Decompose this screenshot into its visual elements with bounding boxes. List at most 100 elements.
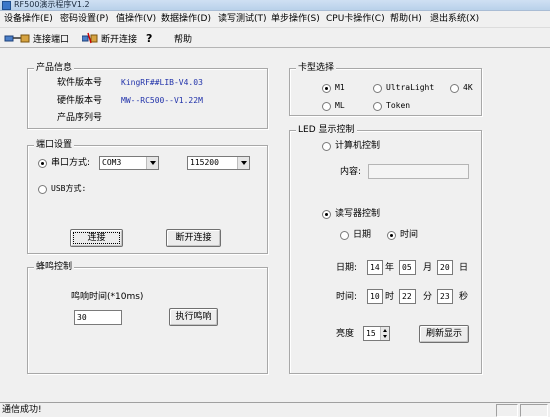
minute-input[interactable]: 22 [399,289,416,304]
connect-button[interactable]: 连接 [70,229,123,247]
menu-single-step[interactable]: 单步操作(S) [271,14,320,25]
product-info-title: 产品信息 [34,62,75,74]
dropdown-arrow-icon [237,157,249,169]
card-type-ml-label: ML [335,101,345,110]
card-type-4k-label: 4K [463,83,473,92]
run-beep-button[interactable]: 执行鸣响 [169,308,218,326]
time-mode-radio[interactable]: 时间 [387,229,418,241]
disconnect-label: 断开连接 [101,34,138,45]
second-unit: 秒 [459,292,469,302]
connect-port-button[interactable]: 连接端口 [4,30,69,46]
software-version-value: KingRF##LIB-V4.03 [121,78,203,87]
disconnect-port-button[interactable]: 断开连接 [166,229,221,247]
help-button[interactable]: 帮助 [174,30,192,46]
date-mode-radio[interactable]: 日期 [340,229,371,241]
radio-dot [322,209,331,219]
date-mode-label: 日期 [353,230,372,240]
hardware-version-label: 硬件版本号 [57,96,103,106]
card-type-4k-radio[interactable]: 4K [450,82,473,94]
beep-control-title: 蜂鸣控制 [34,261,75,273]
day-input[interactable]: 20 [437,260,453,275]
menu-cpu-card[interactable]: CPU卡操作(C) [326,14,385,25]
connect-port-label: 连接端口 [33,34,70,45]
spin-arrows-icon[interactable] [380,327,389,340]
year-unit: 年 [385,263,395,273]
disconnect-button[interactable]: 断开连接 [82,30,137,46]
dropdown-arrow-icon [146,157,158,169]
radio-dot [373,101,382,111]
radio-dot [38,158,47,168]
beep-time-input[interactable]: 30 [74,310,122,325]
card-type-token-radio[interactable]: Token [373,100,410,112]
month-input[interactable]: 05 [399,260,416,275]
refresh-display-button[interactable]: 刷新显示 [419,325,469,343]
serial-mode-label: 串口方式: [51,158,91,168]
baud-rate-value: 115200 [190,158,219,167]
menu-password[interactable]: 密码设置(P) [60,14,108,25]
beep-time-label: 鸣响时间(*10ms) [71,292,144,302]
menu-data[interactable]: 数据操作(D) [161,14,211,25]
help-icon-button[interactable]: ? [145,30,155,46]
hour-input[interactable]: 10 [367,289,383,304]
minute-unit: 分 [423,292,433,302]
time-label: 时间: [336,292,358,302]
year-input[interactable]: 14 [367,260,383,275]
serial-mode-radio[interactable]: 串口方式: [38,157,90,169]
product-info-group: 产品信息 软件版本号 KingRF##LIB-V4.03 硬件版本号 MW--R… [27,62,268,129]
card-type-ultralight-label: UltraLight [386,83,435,92]
port-settings-title: 端口设置 [34,139,75,151]
card-type-m1-radio[interactable]: M1 [322,82,345,94]
port-settings-group: 端口设置 串口方式: COM3 115200 USB方式: 连接 断开连接 [27,139,268,254]
second-input[interactable]: 23 [437,289,453,304]
reader-control-label: 读写器控制 [335,209,381,219]
time-mode-label: 时间 [400,230,419,240]
pc-control-radio[interactable]: 计算机控制 [322,140,380,152]
day-unit: 日 [459,263,469,273]
software-version-label: 软件版本号 [57,78,103,88]
app-icon [2,1,11,10]
svg-text:?: ? [146,32,152,45]
content-label: 内容: [340,167,362,177]
led-control-group: LED 显示控制 计算机控制 内容: 读写器控制 日期 时间 日期: 14 年 … [289,124,482,374]
radio-dot [373,83,382,93]
card-type-ml-radio[interactable]: ML [322,100,345,112]
menu-help[interactable]: 帮助(H) [390,14,422,25]
radio-dot [322,83,331,93]
card-type-token-label: Token [386,101,411,110]
card-type-group: 卡型选择 M1 UltraLight 4K ML Token [289,62,482,116]
plug-connect-icon [4,34,30,43]
radio-dot [450,83,459,93]
baud-rate-select[interactable]: 115200 [187,156,250,170]
com-port-value: COM3 [102,158,122,167]
menu-rw-test[interactable]: 读写测试(T) [218,14,267,25]
brightness-value: 15 [366,329,376,338]
month-unit: 月 [423,263,433,273]
status-message: 通信成功! [2,405,42,415]
content-input[interactable] [368,164,469,179]
brightness-spinner[interactable]: 15 [363,326,390,341]
serial-number-label: 产品序列号 [57,113,103,123]
hardware-version-value: MW--RC500--V1.22M [121,96,203,105]
brightness-label: 亮度 [336,329,355,339]
com-port-select[interactable]: COM3 [99,156,159,170]
menu-bar: 设备操作(E) 密码设置(P) 值操作(V) 数据操作(D) 读写测试(T) 单… [0,11,550,28]
radio-dot [340,230,349,240]
radio-dot [38,184,47,194]
menu-value[interactable]: 值操作(V) [116,14,156,25]
plug-disconnect-icon [82,32,98,44]
reader-control-radio[interactable]: 读写器控制 [322,208,380,220]
usb-mode-radio[interactable]: USB方式: [38,183,86,195]
beep-control-group: 蜂鸣控制 鸣响时间(*10ms) 30 执行鸣响 [27,261,268,374]
menu-exit[interactable]: 退出系统(X) [430,14,479,25]
led-control-title: LED 显示控制 [296,124,357,136]
hour-unit: 时 [385,292,395,302]
menu-device[interactable]: 设备操作(E) [4,14,53,25]
card-type-ultralight-radio[interactable]: UltraLight [373,82,434,94]
status-bar: 通信成功! [0,402,550,417]
toolbar: 连接端口 断开连接 ? 帮助 [0,28,550,48]
window-title: RF500演示程序V1.2 [14,0,90,9]
title-bar: RF500演示程序V1.2 [0,0,550,11]
radio-dot [322,141,331,151]
card-type-m1-label: M1 [335,83,345,92]
pc-control-label: 计算机控制 [335,141,381,151]
